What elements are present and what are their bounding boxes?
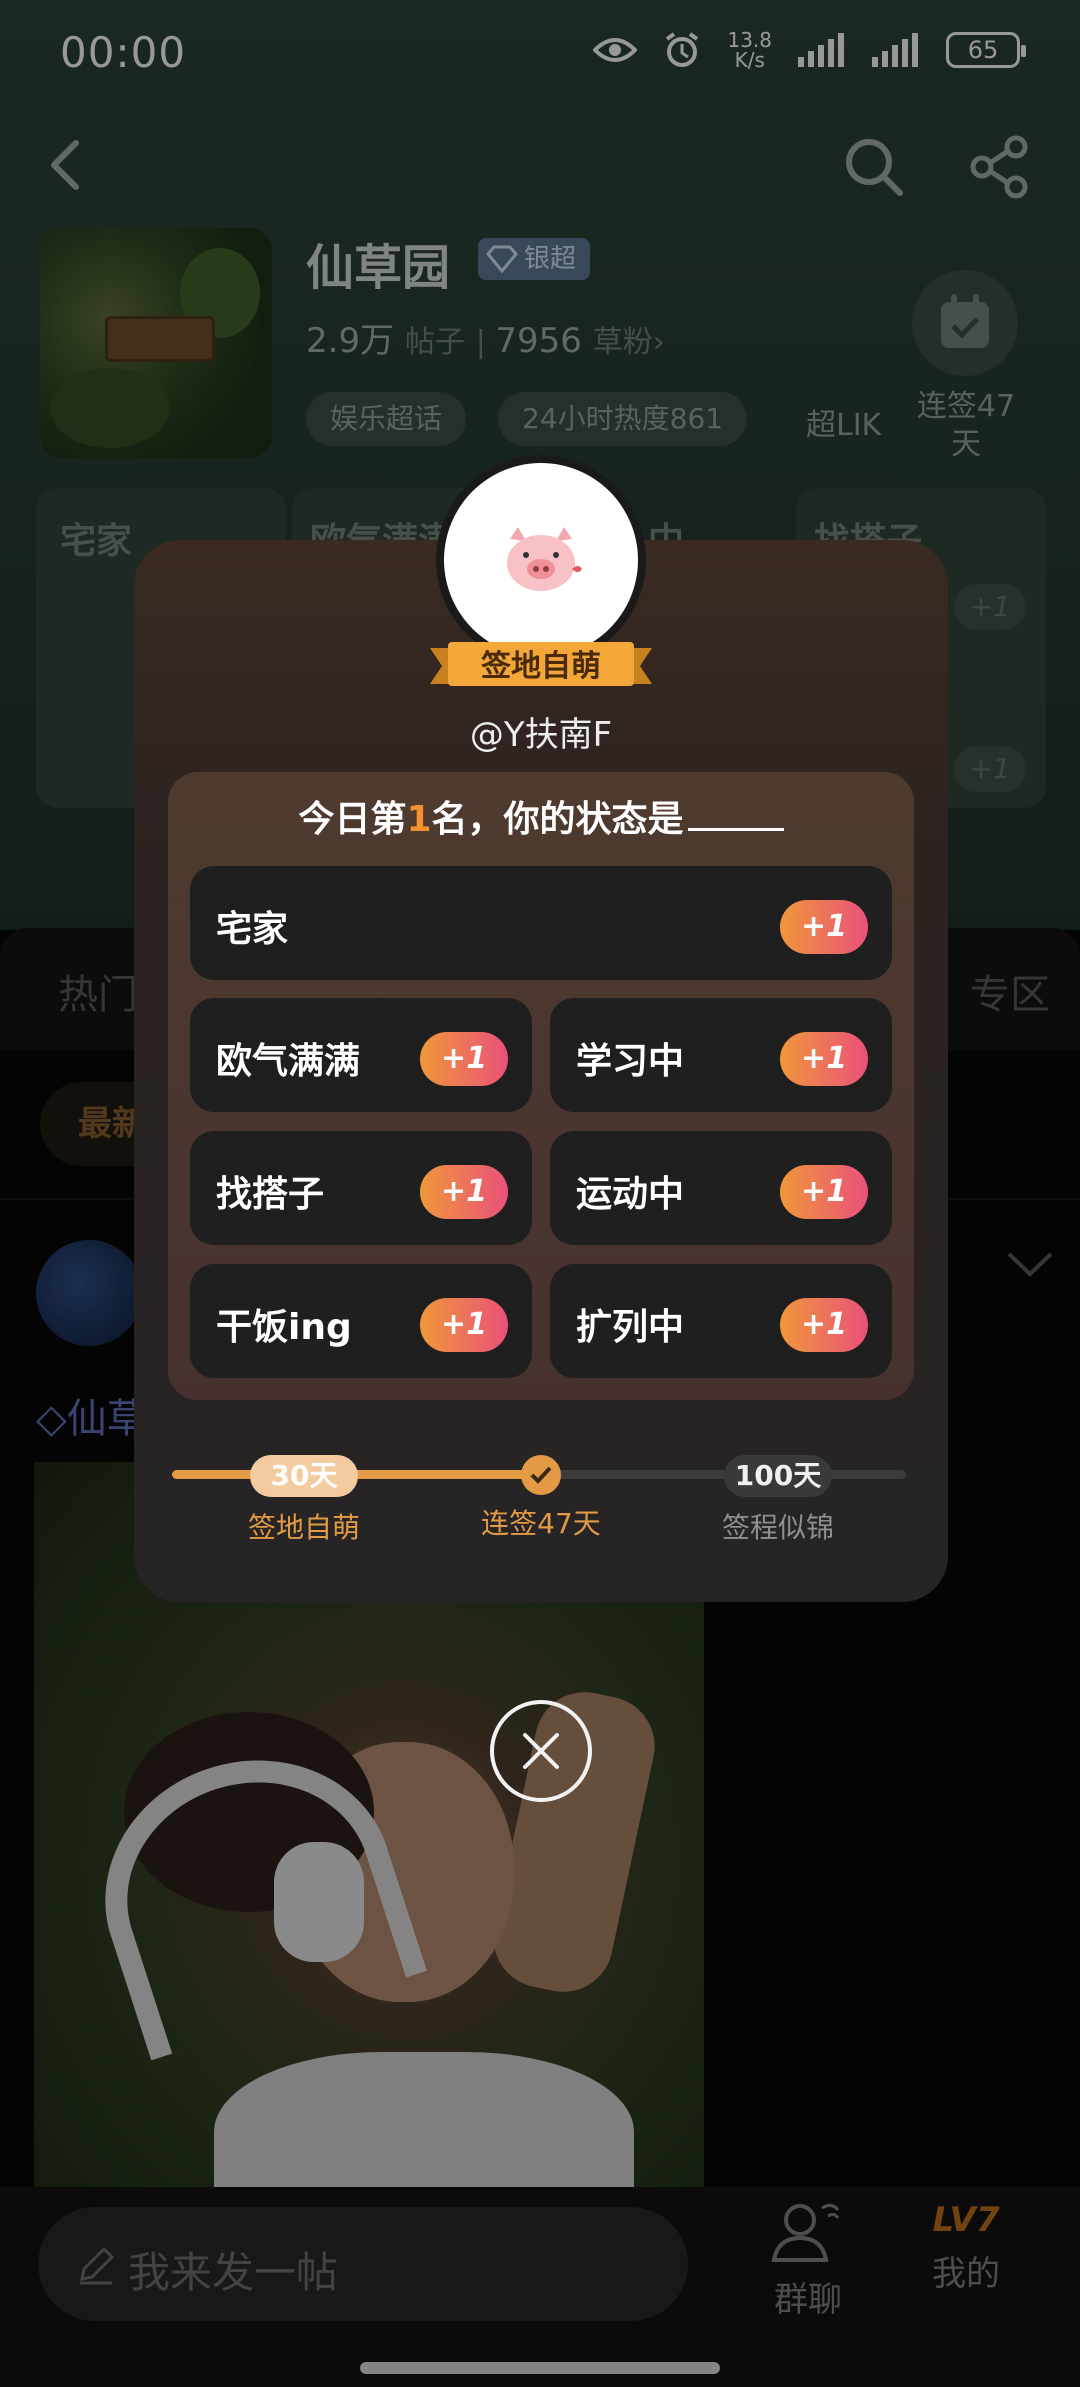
user-avatar — [444, 463, 638, 657]
check-icon — [530, 1466, 552, 1484]
title-ribbon-label: 签地自萌 — [481, 649, 601, 684]
status-question: 今日第1名，你的状态是 — [168, 790, 914, 842]
milestone-pill-100: 100天 — [724, 1455, 832, 1497]
option-label: 找搭子 — [216, 1174, 325, 1215]
option-label: 扩列中 — [576, 1307, 685, 1348]
milestone-pill-30: 30天 — [250, 1455, 358, 1497]
milestone-label: 签地自萌 — [247, 1511, 360, 1544]
plus-one-button[interactable]: +1 — [420, 1032, 508, 1086]
plus-one-button[interactable]: +1 — [780, 1165, 868, 1219]
pig-avatar-icon — [507, 527, 582, 591]
status-option-ouqi[interactable]: 欧气满满 +1 — [190, 998, 532, 1112]
current-streak-marker — [521, 1455, 561, 1495]
status-option-studying[interactable]: 学习中 +1 — [550, 998, 892, 1112]
option-label: 宅家 — [216, 909, 289, 950]
question-suffix: 名，你的状态是 — [431, 799, 684, 840]
option-label: 运动中 — [576, 1174, 685, 1215]
option-label: 干饭ing — [216, 1307, 352, 1348]
close-button[interactable] — [490, 1700, 592, 1802]
plus-one-button[interactable]: +1 — [780, 1032, 868, 1086]
plus-one-button[interactable]: +1 — [420, 1165, 508, 1219]
milestone-label: 签程似锦 — [721, 1511, 834, 1544]
answer-blank — [687, 801, 784, 831]
plus-one-button[interactable]: +1 — [420, 1298, 508, 1352]
plus-one-button[interactable]: +1 — [780, 900, 868, 954]
username: @Y扶南F — [469, 715, 613, 755]
option-label: 学习中 — [576, 1041, 685, 1082]
status-option-zhaijia[interactable]: 宅家 +1 — [190, 866, 892, 980]
status-option-eating[interactable]: 干饭ing +1 — [190, 1264, 532, 1378]
question-prefix: 今日第 — [298, 799, 407, 840]
milestone-label-current: 连签47天 — [481, 1507, 601, 1540]
status-option-making-friends[interactable]: 扩列中 +1 — [550, 1264, 892, 1378]
close-icon — [523, 1733, 559, 1769]
today-rank: 1 — [406, 799, 432, 840]
status-option-find-partner[interactable]: 找搭子 +1 — [190, 1131, 532, 1245]
option-label: 欧气满满 — [216, 1041, 361, 1082]
plus-one-button[interactable]: +1 — [780, 1298, 868, 1352]
status-option-exercising[interactable]: 运动中 +1 — [550, 1131, 892, 1245]
